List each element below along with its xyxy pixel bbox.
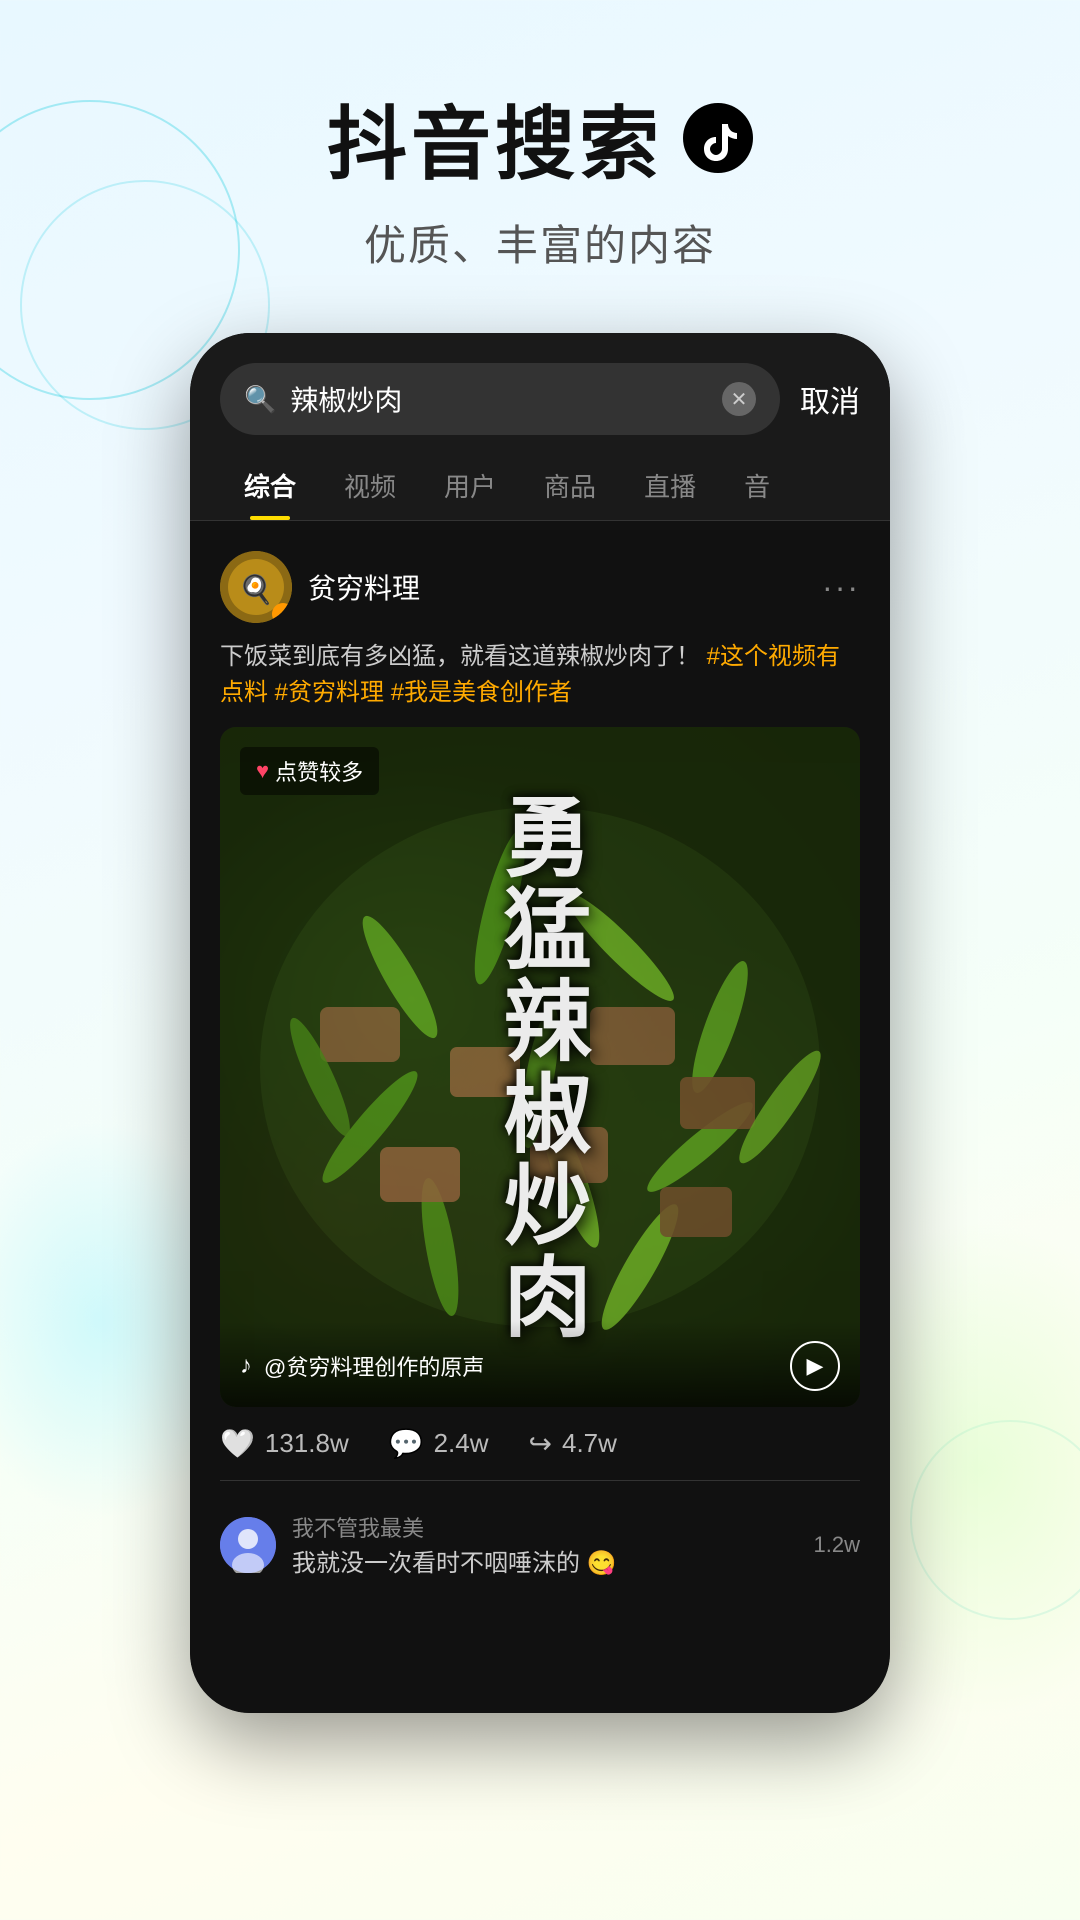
avatar: 🍳 ✓ xyxy=(220,551,292,623)
phone-body: 🔍 辣椒炒肉 ✕ 取消 综合 视频 用户 xyxy=(190,333,890,1713)
title-text: 抖音搜索 xyxy=(327,80,663,196)
cancel-button[interactable]: 取消 xyxy=(800,377,860,421)
comment-author: 我不管我最美 xyxy=(292,1511,798,1543)
post-description: 下饭菜到底有多凶猛，就看这道辣椒炒肉了！ #这个视频有点料 #贫穷料理 #我是美… xyxy=(220,639,860,711)
stats-bar: 🤍 131.8w 💬 2.4w ↪ 4.7w xyxy=(220,1407,860,1480)
video-bottom-bar: ♪ @贫穷料理创作的原声 ▶ xyxy=(220,1321,860,1407)
tab-商品[interactable]: 商品 xyxy=(520,455,620,520)
tab-直播[interactable]: 直播 xyxy=(620,455,720,520)
search-query: 辣椒炒肉 xyxy=(290,379,708,419)
video-title-text: 勇猛辣椒炒肉 xyxy=(474,771,606,1363)
hashtag-3[interactable]: #我是美食创作者 xyxy=(391,679,572,706)
post-user[interactable]: 🍳 ✓ 贫穷料理 xyxy=(220,551,420,623)
app-header: 抖音搜索 优质、丰富的内容 xyxy=(0,0,1080,313)
username: 贫穷料理 xyxy=(308,567,420,607)
search-input-wrap[interactable]: 🔍 辣椒炒肉 ✕ xyxy=(220,363,780,435)
play-icon: ▶ xyxy=(807,1353,824,1379)
like-icon: 🤍 xyxy=(220,1427,255,1460)
clear-icon: ✕ xyxy=(731,387,748,412)
comment-text: 我就没一次看时不咽唾沫的 😋 xyxy=(292,1543,798,1578)
search-icon: 🔍 xyxy=(244,384,276,415)
tab-用户[interactable]: 用户 xyxy=(420,455,520,520)
share-stat[interactable]: ↪ 4.7w xyxy=(529,1427,617,1460)
post-header: 🍳 ✓ 贫穷料理 ··· xyxy=(220,551,860,623)
tiktok-logo-icon xyxy=(683,103,753,173)
app-subtitle: 优质、丰富的内容 xyxy=(0,212,1080,273)
comment-icon: 💬 xyxy=(389,1427,424,1460)
phone-screen: 🔍 辣椒炒肉 ✕ 取消 综合 视频 用户 xyxy=(190,333,890,1713)
more-options-button[interactable]: ··· xyxy=(822,569,860,606)
comment-preview: 我不管我最美 我就没一次看时不咽唾沫的 😋 1.2w xyxy=(220,1480,860,1588)
commenter-avatar xyxy=(220,1517,276,1573)
like-stat[interactable]: 🤍 131.8w xyxy=(220,1427,349,1460)
phone-mockup: 🔍 辣椒炒肉 ✕ 取消 综合 视频 用户 xyxy=(0,333,1080,1713)
comment-content: 我不管我最美 我就没一次看时不咽唾沫的 😋 xyxy=(292,1511,798,1578)
share-icon: ↪ xyxy=(529,1427,552,1460)
comment-stat[interactable]: 💬 2.4w xyxy=(389,1427,489,1460)
comment-likes: 1.2w xyxy=(814,1532,860,1558)
tab-综合[interactable]: 综合 xyxy=(220,455,320,520)
tab-音[interactable]: 音 xyxy=(720,455,794,520)
app-title: 抖音搜索 xyxy=(0,80,1080,196)
search-content: 🍳 ✓ 贫穷料理 ··· 下饭菜到底有多凶猛，就看这道辣椒炒肉了！ #这个视频有… xyxy=(190,521,890,1618)
verified-badge: ✓ xyxy=(272,603,292,623)
play-button[interactable]: ▶ xyxy=(790,1341,840,1391)
comment-item: 我不管我最美 我就没一次看时不咽唾沫的 😋 1.2w xyxy=(220,1501,860,1588)
search-clear-button[interactable]: ✕ xyxy=(722,382,756,416)
video-title-overlay: 勇猛辣椒炒肉 xyxy=(220,727,860,1407)
search-tabs: 综合 视频 用户 商品 直播 音 xyxy=(190,435,890,521)
video-thumbnail[interactable]: ♥ 点赞较多 勇猛辣椒炒肉 ♪ @贫穷料理创作的原声 xyxy=(220,727,860,1407)
svg-text:🍳: 🍳 xyxy=(239,573,274,606)
hashtag-2[interactable]: #贫穷料理 xyxy=(275,679,384,706)
tiktok-small-icon: ♪ xyxy=(240,1352,252,1380)
search-bar-area: 🔍 辣椒炒肉 ✕ 取消 xyxy=(190,333,890,435)
tab-视频[interactable]: 视频 xyxy=(320,455,420,520)
video-audio-info[interactable]: ♪ @贫穷料理创作的原声 xyxy=(240,1350,484,1382)
